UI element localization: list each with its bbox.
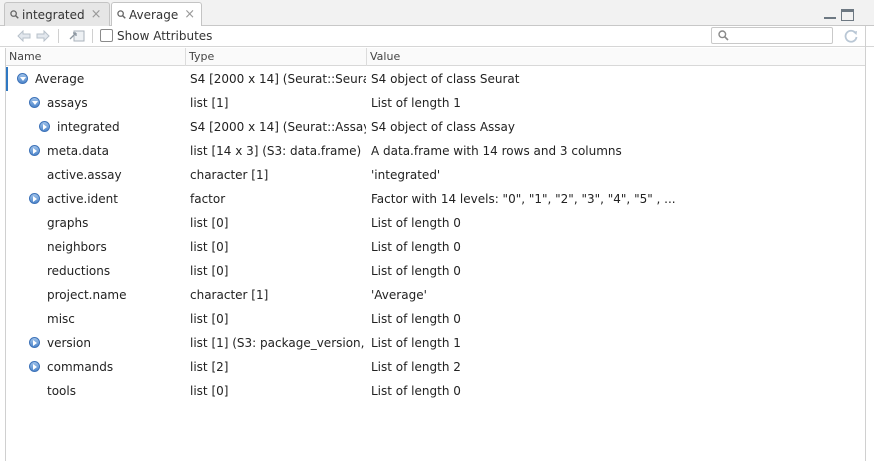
row-type: list [1]: [190, 96, 229, 110]
tab-average[interactable]: Average ×: [111, 2, 202, 27]
table-row[interactable]: meta.data list [14 x 3] (S3: data.frame)…: [6, 139, 865, 163]
row-value: List of length 0: [371, 240, 461, 254]
row-type: character [1]: [190, 288, 269, 302]
tab-label: Average: [129, 8, 179, 22]
toolbar-divider: [92, 29, 93, 43]
column-resize-handle[interactable]: [366, 48, 367, 66]
row-type: list [2]: [190, 360, 229, 374]
object-explorer-grid: Average S4 [2000 x 14] (Seurat::Seurat) …: [6, 67, 865, 461]
show-attributes-label: Show Attributes: [117, 29, 213, 43]
column-header-value[interactable]: Value: [370, 50, 400, 63]
forward-arrow-icon[interactable]: [36, 30, 50, 42]
table-row[interactable]: integrated S4 [2000 x 14] (Seurat::Assay…: [6, 115, 865, 139]
toolbar: Show Attributes: [0, 26, 874, 47]
column-header-name[interactable]: Name: [9, 50, 41, 63]
row-value: List of length 1: [371, 96, 461, 110]
row-value: 'Average': [371, 288, 427, 302]
table-row[interactable]: project.name character [1] 'Average': [6, 283, 865, 307]
row-name: graphs: [47, 216, 89, 230]
tab-bar: integrated × Average ×: [0, 0, 874, 27]
close-icon[interactable]: ×: [184, 8, 195, 21]
chevron-right-icon[interactable]: [29, 145, 40, 156]
row-type: list [1] (S3: package_version, numeric_v…: [190, 336, 366, 350]
row-name: version: [47, 336, 91, 350]
column-header-row: Name Type Value: [6, 48, 865, 66]
table-row[interactable]: graphs list [0] List of length 0: [6, 211, 865, 235]
table-row[interactable]: commands list [2] List of length 2: [6, 355, 865, 379]
row-type: list [14 x 3] (S3: data.frame): [190, 144, 362, 158]
back-arrow-icon[interactable]: [17, 30, 31, 42]
table-row[interactable]: reductions list [0] List of length 0: [6, 259, 865, 283]
row-type: list [0]: [190, 264, 229, 278]
search-input[interactable]: [734, 29, 830, 42]
row-type: S4 [2000 x 14] (Seurat::Assay): [190, 120, 366, 134]
table-row[interactable]: active.assay character [1] 'integrated': [6, 163, 865, 187]
row-name: meta.data: [47, 144, 109, 158]
table-row[interactable]: tools list [0] List of length 0: [6, 379, 865, 403]
row-type: character [1]: [190, 168, 269, 182]
row-name: active.assay: [47, 168, 122, 182]
publish-icon[interactable]: [69, 29, 85, 43]
column-header-type[interactable]: Type: [189, 50, 214, 63]
row-value: List of length 0: [371, 312, 461, 326]
panel-border: [865, 26, 866, 461]
chevron-right-icon[interactable]: [29, 337, 40, 348]
table-row[interactable]: neighbors list [0] List of length 0: [6, 235, 865, 259]
table-row[interactable]: Average S4 [2000 x 14] (Seurat::Seurat) …: [6, 67, 865, 91]
row-name: integrated: [57, 120, 120, 134]
chevron-right-icon[interactable]: [29, 193, 40, 204]
chevron-down-icon[interactable]: [29, 97, 40, 108]
tab-label: integrated: [22, 7, 85, 22]
row-name: project.name: [47, 288, 127, 302]
row-name: tools: [47, 384, 76, 398]
row-type: list [0]: [190, 216, 229, 230]
row-type: list [0]: [190, 312, 229, 326]
row-name: reductions: [47, 264, 111, 278]
refresh-icon[interactable]: [843, 28, 859, 44]
chevron-right-icon[interactable]: [39, 121, 50, 132]
row-value: List of length 0: [371, 264, 461, 278]
chevron-right-icon[interactable]: [29, 361, 40, 372]
chevron-down-icon[interactable]: [17, 73, 28, 84]
toolbar-divider: [58, 29, 59, 43]
minimize-icon[interactable]: [824, 9, 836, 19]
column-resize-handle[interactable]: [185, 48, 186, 66]
magnifier-icon: [10, 10, 19, 19]
row-value: List of length 0: [371, 216, 461, 230]
table-row[interactable]: version list [1] (S3: package_version, n…: [6, 331, 865, 355]
search-box: [711, 27, 833, 44]
maximize-icon[interactable]: [841, 9, 854, 21]
row-name: Average: [35, 72, 85, 86]
row-type: list [0]: [190, 384, 229, 398]
row-value: A data.frame with 14 rows and 3 columns: [371, 144, 622, 158]
table-row[interactable]: misc list [0] List of length 0: [6, 307, 865, 331]
magnifier-icon: [117, 10, 126, 19]
row-value: List of length 1: [371, 336, 461, 350]
row-value: S4 object of class Seurat: [371, 72, 520, 86]
tab-integrated[interactable]: integrated ×: [4, 2, 110, 26]
row-value: List of length 2: [371, 360, 461, 374]
row-name: commands: [47, 360, 114, 374]
row-type: S4 [2000 x 14] (Seurat::Seurat): [190, 72, 366, 86]
show-attributes-checkbox[interactable]: [100, 29, 113, 42]
row-name: neighbors: [47, 240, 107, 254]
row-name: active.ident: [47, 192, 118, 206]
row-name: assays: [47, 96, 88, 110]
table-row[interactable]: active.ident factor Factor with 14 level…: [6, 187, 865, 211]
row-value: List of length 0: [371, 384, 461, 398]
row-value: S4 object of class Assay: [371, 120, 516, 134]
close-icon[interactable]: ×: [91, 8, 102, 21]
row-type: factor: [190, 192, 226, 206]
row-type: list [0]: [190, 240, 229, 254]
row-value: 'integrated': [371, 168, 441, 182]
table-row[interactable]: assays list [1] List of length 1: [6, 91, 865, 115]
search-icon: [718, 30, 729, 41]
row-value: Factor with 14 levels: "0", "1", "2", "3…: [371, 192, 676, 206]
row-name: misc: [47, 312, 75, 326]
